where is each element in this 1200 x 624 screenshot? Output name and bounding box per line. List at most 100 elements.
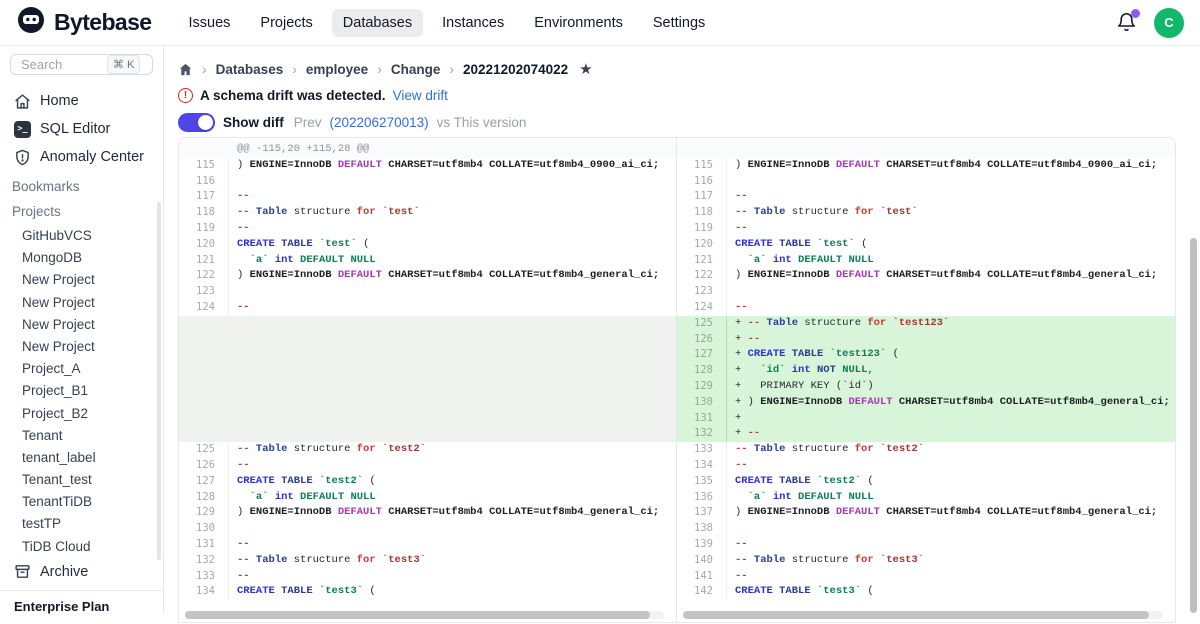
line-number xyxy=(179,332,229,348)
nav-settings[interactable]: Settings xyxy=(642,9,716,37)
search-input[interactable] xyxy=(19,56,103,73)
diff-line: 127CREATE TABLE `test2` ( xyxy=(179,474,676,490)
line-number: 138 xyxy=(677,521,727,537)
line-number: 129 xyxy=(179,505,229,521)
diff-line: 128+ `id` int NOT NULL, xyxy=(677,363,1175,379)
chevron-right-icon: › xyxy=(377,61,382,77)
sidebar-scrollbar[interactable] xyxy=(157,202,161,560)
breadcrumb-items: ›Databases›employee›Change›2022120207402… xyxy=(202,61,568,77)
line-number xyxy=(179,347,229,363)
breadcrumb-item[interactable]: employee xyxy=(306,62,368,77)
schema-drift-alert: ! A schema drift was detected. View drif… xyxy=(164,78,1200,103)
sidebar-project-item[interactable]: New Project xyxy=(0,269,163,291)
search-box[interactable]: ⌘ K xyxy=(10,54,153,75)
nav-issues[interactable]: Issues xyxy=(177,9,241,37)
page-vertical-scrollbar[interactable] xyxy=(1190,238,1197,613)
prev-version-link[interactable]: (202206270013) xyxy=(330,115,429,130)
line-number xyxy=(179,142,229,158)
left-horizontal-scrollbar[interactable] xyxy=(185,611,664,619)
notifications-button[interactable] xyxy=(1116,12,1138,34)
sidebar-item-anomaly-center[interactable]: Anomaly Center xyxy=(0,143,163,171)
diff-line: 136 `a` int DEFAULT NULL xyxy=(677,490,1175,506)
projects-section-label: Projects xyxy=(0,196,163,221)
diff-line: 135CREATE TABLE `test2` ( xyxy=(677,474,1175,490)
line-number xyxy=(179,395,229,411)
sidebar-project-item[interactable]: TiDB Cloud xyxy=(0,536,163,558)
sidebar-project-item[interactable]: Project_B1 xyxy=(0,380,163,402)
sidebar-project-item[interactable]: GitHubVCS xyxy=(0,225,163,247)
diff-line: 117-- xyxy=(179,189,676,205)
diff-line xyxy=(179,411,676,427)
line-number: 126 xyxy=(677,332,727,348)
sidebar-item-home[interactable]: Home xyxy=(0,87,163,115)
line-number: 131 xyxy=(179,537,229,553)
sidebar-item-archive[interactable]: Archive xyxy=(0,558,163,586)
sidebar-project-item[interactable]: TenantTiDB xyxy=(0,491,163,513)
main-nav: Issues Projects Databases Instances Environm… xyxy=(177,9,716,37)
sidebar-project-item[interactable]: Project_A xyxy=(0,358,163,380)
right-horizontal-scrollbar[interactable] xyxy=(683,611,1163,619)
line-number: 130 xyxy=(179,521,229,537)
sidebar-project-item[interactable]: MongoDB xyxy=(0,247,163,269)
line-number: 123 xyxy=(677,284,727,300)
breadcrumb-item[interactable]: Change xyxy=(391,62,441,77)
line-number: 120 xyxy=(677,237,727,253)
breadcrumb-item[interactable]: 20221202074022 xyxy=(463,62,568,77)
line-number: 140 xyxy=(677,553,727,569)
line-number xyxy=(179,411,229,427)
chevron-right-icon: › xyxy=(202,61,207,77)
line-number: 119 xyxy=(677,221,727,237)
breadcrumb-item[interactable]: Databases xyxy=(216,62,284,77)
diff-line: 126+ -- xyxy=(677,332,1175,348)
diff-line xyxy=(179,363,676,379)
line-number: 127 xyxy=(677,347,727,363)
nav-environments[interactable]: Environments xyxy=(523,9,634,37)
diff-line: 119-- xyxy=(677,221,1175,237)
avatar[interactable]: C xyxy=(1154,8,1184,38)
diff-line: 119-- xyxy=(179,221,676,237)
sidebar-project-item[interactable]: Tenant_test xyxy=(0,469,163,491)
diff-line: 130 xyxy=(179,521,676,537)
bookmarks-section-label: Bookmarks xyxy=(0,171,163,196)
diff-line: 122) ENGINE=InnoDB DEFAULT CHARSET=utf8m… xyxy=(677,268,1175,284)
left-hscroll-thumb[interactable] xyxy=(185,611,650,619)
breadcrumb-home-icon[interactable] xyxy=(178,62,193,77)
star-icon[interactable]: ★ xyxy=(579,60,592,78)
sidebar-project-item[interactable]: Project_B2 xyxy=(0,403,163,425)
nav-databases[interactable]: Databases xyxy=(332,9,423,37)
line-number: 124 xyxy=(179,300,229,316)
view-drift-link[interactable]: View drift xyxy=(393,88,448,103)
diff-line: 118-- Table structure for `test` xyxy=(677,205,1175,221)
sidebar-project-item[interactable]: Tenant xyxy=(0,425,163,447)
show-diff-toggle[interactable] xyxy=(178,113,215,132)
sidebar-project-item[interactable]: testTP xyxy=(0,513,163,535)
nav-projects[interactable]: Projects xyxy=(249,9,323,37)
sidebar-item-sql-editor[interactable]: >_ SQL Editor xyxy=(0,115,163,143)
line-number: 116 xyxy=(179,174,229,190)
line-number: 119 xyxy=(179,221,229,237)
bytebase-logo[interactable]: Bytebase xyxy=(16,5,151,40)
sidebar-nav: Home >_ SQL Editor Anomaly Center xyxy=(0,85,163,171)
notification-badge xyxy=(1131,9,1140,18)
diff-line xyxy=(179,347,676,363)
right-hscroll-thumb[interactable] xyxy=(683,611,1149,619)
diff-line: 116 xyxy=(179,174,676,190)
line-number: 134 xyxy=(677,458,727,474)
sidebar-project-item[interactable]: New Project xyxy=(0,314,163,336)
sidebar-item-label: Home xyxy=(40,93,79,109)
nav-instances[interactable]: Instances xyxy=(431,9,515,37)
sidebar-project-item[interactable]: New Project xyxy=(0,336,163,358)
diff-line: 125+ -- Table structure for `test123` xyxy=(677,316,1175,332)
sidebar-project-item[interactable]: tenant_label xyxy=(0,447,163,469)
search-shortcut-badge: ⌘ K xyxy=(107,55,140,74)
plan-label: Enterprise Plan xyxy=(0,591,163,624)
line-number: 115 xyxy=(677,158,727,174)
diff-line: 133-- Table structure for `test2` xyxy=(677,442,1175,458)
line-number: 121 xyxy=(179,253,229,269)
line-number: 118 xyxy=(179,205,229,221)
sidebar-project-item[interactable]: New Project xyxy=(0,292,163,314)
line-number: 124 xyxy=(677,300,727,316)
diff-line: 121 `a` int DEFAULT NULL xyxy=(677,253,1175,269)
diff-line: 129) ENGINE=InnoDB DEFAULT CHARSET=utf8m… xyxy=(179,505,676,521)
diff-line: 123 xyxy=(179,284,676,300)
